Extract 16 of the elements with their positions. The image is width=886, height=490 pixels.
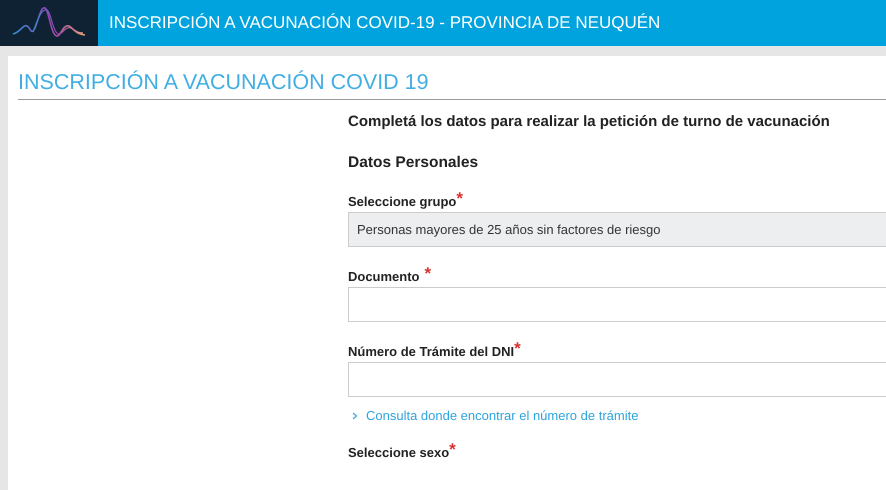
input-field[interactable]: [348, 287, 886, 322]
required-mark: *: [456, 190, 463, 207]
header-title: INSCRIPCIÓN A VACUNACIÓN COVID-19 - PROVINCIA DE NEUQUÉN: [108, 12, 660, 34]
field-label: Documento: [348, 269, 420, 284]
field-label: Seleccione sexo: [348, 445, 450, 460]
required-mark: *: [514, 340, 521, 357]
field-label: Seleccione grupo: [348, 194, 456, 209]
group-select[interactable]: Personas mayores de 25 años sin factores de riesgo: [348, 212, 886, 247]
form-intro: Completá los datos para realizar la petición de turno de vacunación: [348, 113, 831, 130]
field-label: Número de Trámite del DNI: [348, 344, 514, 359]
page-title: INSCRIPCIÓN A VACUNACIÓN COVID 19: [18, 56, 886, 100]
required-mark: *: [424, 265, 432, 282]
chevron-icon: [352, 412, 358, 420]
section-heading: Datos Personales: [348, 154, 480, 172]
required-mark: *: [449, 441, 456, 458]
input-field[interactable]: [348, 362, 886, 397]
